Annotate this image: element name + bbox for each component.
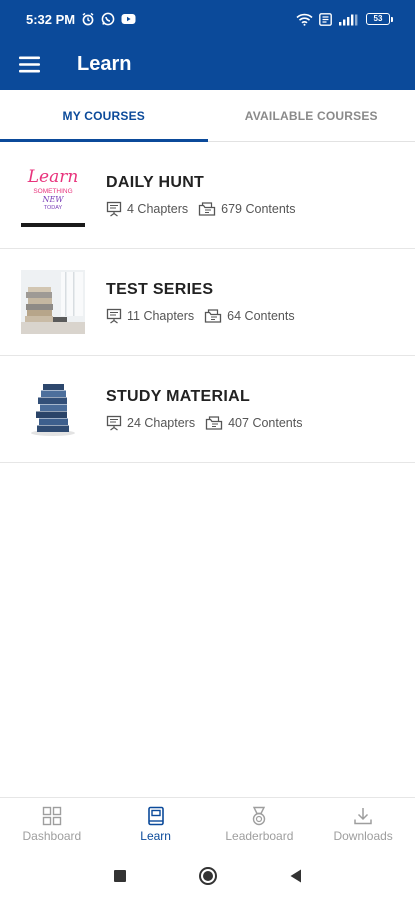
tab-available-courses[interactable]: AVAILABLE COURSES bbox=[208, 90, 415, 141]
chapters-count: 4 Chapters bbox=[106, 201, 188, 217]
recents-button[interactable] bbox=[108, 864, 132, 888]
course-thumbnail bbox=[21, 377, 85, 441]
nav-downloads-label: Downloads bbox=[333, 829, 393, 843]
tab-my-courses[interactable]: MY COURSES bbox=[0, 90, 208, 142]
course-title: TEST SERIES bbox=[106, 280, 214, 298]
battery-icon: 53 bbox=[366, 13, 393, 25]
course-item-study-material[interactable]: STUDY MATERIAL 24 Chapters 407 Contents bbox=[0, 356, 415, 463]
thumbnail-word-something: SOMETHING bbox=[33, 188, 72, 195]
chapters-text: 11 Chapters bbox=[127, 308, 195, 323]
square-recents-icon bbox=[113, 869, 126, 882]
battery-tip bbox=[391, 16, 393, 22]
contents-text: 407 Contents bbox=[228, 415, 303, 430]
tab-available-courses-label: AVAILABLE COURSES bbox=[244, 108, 378, 123]
status-right: 53 bbox=[296, 12, 393, 26]
contents-icon bbox=[205, 415, 223, 430]
contents-text: 679 Contents bbox=[221, 201, 296, 216]
thumbnail-word-today: TODAY bbox=[44, 205, 63, 211]
chapters-icon bbox=[106, 308, 122, 323]
medal-icon bbox=[253, 806, 266, 826]
download-icon bbox=[354, 808, 372, 825]
course-meta: 4 Chapters 679 Contents bbox=[106, 201, 306, 217]
contents-count: 679 Contents bbox=[198, 201, 296, 217]
course-thumbnail bbox=[21, 270, 85, 334]
chapters-count: 24 Chapters bbox=[106, 415, 195, 431]
chapters-text: 24 Chapters bbox=[127, 415, 196, 430]
course-title: DAILY HUNT bbox=[106, 173, 205, 191]
dashboard-grid-icon bbox=[42, 806, 62, 826]
tab-my-courses-label: MY COURSES bbox=[62, 108, 145, 123]
home-button[interactable] bbox=[196, 864, 220, 888]
triangle-back-icon bbox=[290, 869, 301, 882]
status-time: 5:32 PM bbox=[26, 11, 76, 27]
course-info: STUDY MATERIAL 24 Chapters 407 Contents bbox=[106, 388, 312, 431]
course-meta: 24 Chapters 407 Contents bbox=[106, 415, 312, 431]
book-icon bbox=[147, 806, 164, 826]
status-bar: 5:32 PM 53 bbox=[0, 0, 415, 38]
contents-count: 64 Contents bbox=[204, 308, 295, 324]
menu-button[interactable] bbox=[0, 38, 60, 90]
nav-dashboard[interactable]: Dashboard bbox=[0, 798, 104, 851]
chapters-count: 11 Chapters bbox=[106, 308, 194, 324]
course-thumbnail: Learn SOMETHING NEW TODAY bbox=[21, 163, 85, 227]
chapters-icon bbox=[106, 201, 122, 216]
alarm-icon bbox=[81, 12, 95, 26]
nav-leaderboard-label: Leaderboard bbox=[225, 829, 294, 843]
learn-screen: 5:32 PM 53 Learn MY COURSES AVAILABLE CO… bbox=[0, 0, 415, 900]
whatsapp-icon bbox=[101, 12, 115, 26]
status-left: 5:32 PM bbox=[26, 12, 136, 27]
course-info: DAILY HUNT 4 Chapters 679 Contents bbox=[106, 174, 306, 217]
system-nav-bar bbox=[0, 851, 415, 900]
chapters-text: 4 Chapters bbox=[127, 201, 189, 216]
nav-learn[interactable]: Learn bbox=[104, 798, 208, 851]
youtube-icon bbox=[121, 13, 136, 25]
course-list: Learn SOMETHING NEW TODAY DAILY HUNT 4 C… bbox=[0, 142, 415, 463]
course-meta: 11 Chapters 64 Contents bbox=[106, 308, 305, 324]
thumbnail-word-learn: Learn bbox=[27, 167, 79, 187]
nav-dashboard-label: Dashboard bbox=[22, 829, 82, 843]
bottom-nav: Dashboard Learn Leaderboard Downloads bbox=[0, 797, 415, 851]
back-button[interactable] bbox=[284, 864, 308, 888]
page-title: Learn bbox=[77, 52, 132, 75]
hamburger-menu-icon bbox=[19, 56, 40, 72]
course-tabs: MY COURSES AVAILABLE COURSES bbox=[0, 90, 415, 142]
contents-icon bbox=[199, 201, 216, 216]
chapters-icon bbox=[106, 415, 122, 430]
course-item-daily-hunt[interactable]: Learn SOMETHING NEW TODAY DAILY HUNT 4 C… bbox=[0, 142, 415, 249]
course-item-test-series[interactable]: TEST SERIES 11 Chapters 64 Contents bbox=[0, 249, 415, 356]
nav-leaderboard[interactable]: Leaderboard bbox=[208, 798, 312, 851]
nav-learn-label: Learn bbox=[140, 829, 171, 843]
course-info: TEST SERIES 11 Chapters 64 Contents bbox=[106, 281, 305, 324]
contents-text: 64 Contents bbox=[227, 308, 295, 323]
contents-count: 407 Contents bbox=[205, 415, 302, 431]
contents-icon bbox=[205, 308, 222, 323]
signal-icon bbox=[338, 13, 360, 26]
wifi-icon bbox=[296, 13, 313, 26]
battery-level: 53 bbox=[366, 13, 390, 25]
thumbnail-word-new: NEW bbox=[41, 195, 64, 204]
circle-home-icon bbox=[198, 866, 217, 885]
app-bar: Learn bbox=[0, 38, 415, 90]
course-title: STUDY MATERIAL bbox=[106, 387, 251, 405]
nav-downloads[interactable]: Downloads bbox=[311, 798, 415, 851]
volte-icon bbox=[319, 12, 332, 26]
